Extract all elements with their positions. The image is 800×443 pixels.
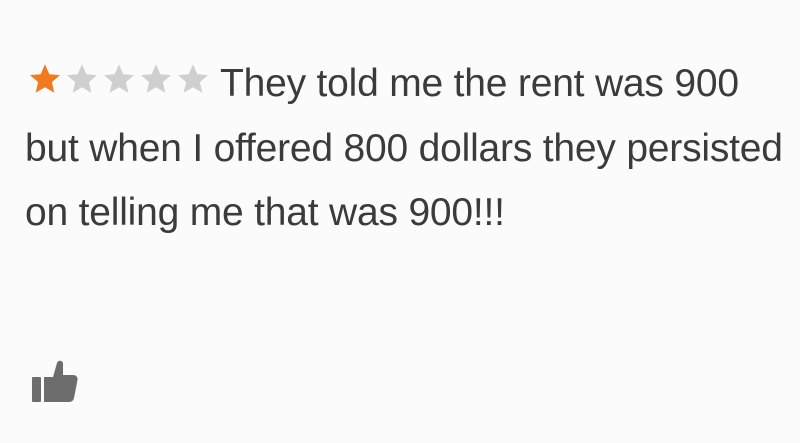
star-icon-empty xyxy=(62,61,102,97)
star-icon-empty xyxy=(99,61,139,97)
star-icon-empty xyxy=(173,61,213,97)
review-card: They told me the rent was 900 but when I… xyxy=(25,52,785,245)
star-icon-filled xyxy=(25,61,65,97)
star-rating xyxy=(25,53,210,117)
thumbs-up-icon[interactable] xyxy=(29,356,79,406)
review-body: They told me the rent was 900 but when I… xyxy=(25,52,785,245)
star-icon-empty xyxy=(136,61,176,97)
